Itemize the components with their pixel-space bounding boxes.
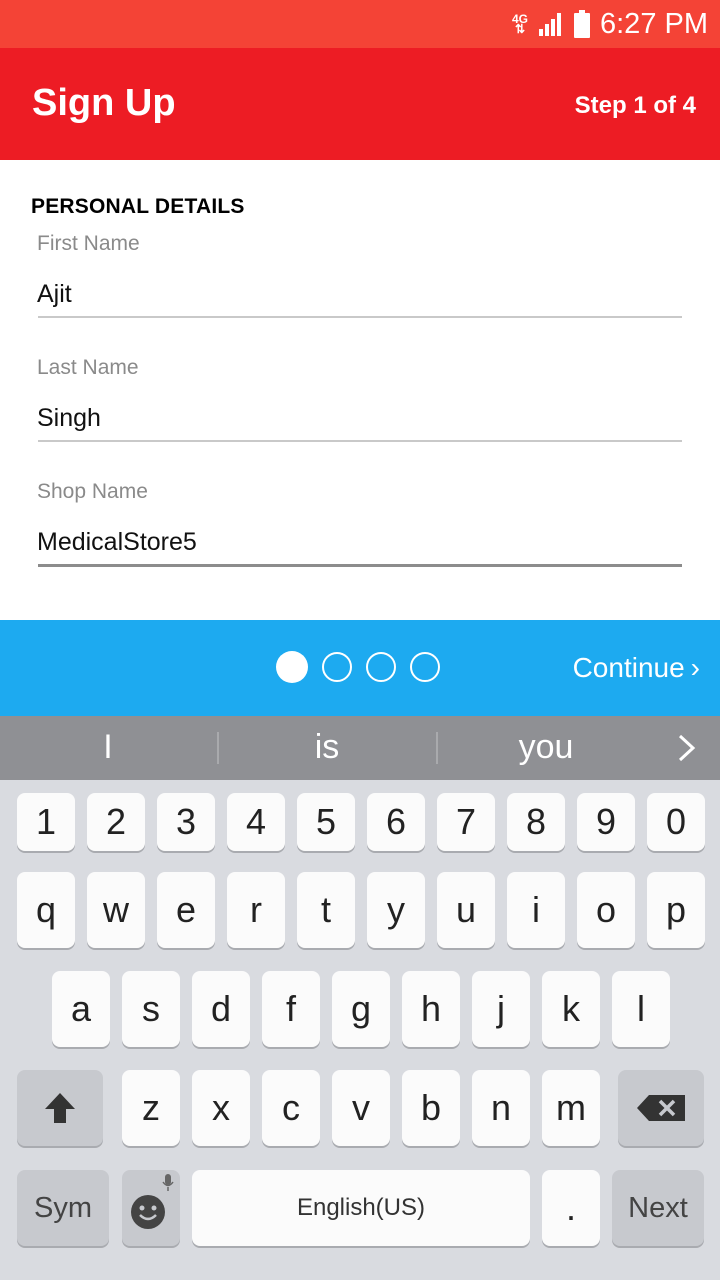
suggestion-2[interactable]: is [227,728,427,767]
continue-label: Continue [572,652,685,683]
key-1[interactable]: 1 [17,793,75,851]
suggestion-divider [217,732,219,764]
key-h[interactable]: h [402,971,460,1047]
space-bar[interactable]: English(US) [192,1170,530,1246]
key-o[interactable]: o [577,872,635,948]
battery-icon [574,10,590,38]
key-r[interactable]: r [227,872,285,948]
key-7[interactable]: 7 [437,793,495,851]
network-type-4g-icon: 4G ⇅ [511,12,528,36]
page-dot-1 [276,651,308,683]
section-title: PERSONAL DETAILS [31,195,245,218]
key-l[interactable]: l [612,971,670,1047]
first-name-underline [38,316,682,318]
suggestion-3[interactable]: you [446,728,646,767]
key-4[interactable]: 4 [227,793,285,851]
chevron-right-icon: › [690,652,700,683]
key-j[interactable]: j [472,971,530,1047]
page-dot-2 [322,652,352,682]
key-m[interactable]: m [542,1070,600,1146]
emoji-icon [131,1195,165,1229]
key-v[interactable]: v [332,1070,390,1146]
signal-strength-icon [539,13,561,36]
last-name-underline [38,440,682,442]
key-f[interactable]: f [262,971,320,1047]
suggestion-1[interactable]: I [8,728,208,767]
shop-name-field[interactable]: MedicalStore5 [37,528,197,557]
page-title: Sign Up [32,82,176,124]
key-n[interactable]: n [472,1070,530,1146]
key-0[interactable]: 0 [647,793,705,851]
shift-key[interactable] [17,1070,103,1146]
step-indicator: Step 1 of 4 [574,92,696,119]
shift-arrow-icon [45,1093,75,1123]
key-q[interactable]: q [17,872,75,948]
key-e[interactable]: e [157,872,215,948]
key-p[interactable]: p [647,872,705,948]
first-name-field[interactable]: Ajit [37,280,72,309]
app-bar: Sign Up Step 1 of 4 [0,48,720,160]
page-dot-4 [410,652,440,682]
key-k[interactable]: k [542,971,600,1047]
next-key[interactable]: Next [612,1170,704,1246]
continue-button[interactable]: Continue › [573,652,700,684]
key-d[interactable]: d [192,971,250,1047]
chevron-right-icon[interactable] [676,733,698,763]
shop-name-underline [38,564,682,567]
key-2[interactable]: 2 [87,793,145,851]
key-u[interactable]: u [437,872,495,948]
key-c[interactable]: c [262,1070,320,1146]
soft-keyboard: 1 2 3 4 5 6 7 8 9 0 q w e r t y u i o p … [0,780,720,1280]
last-name-field[interactable]: Singh [37,404,101,433]
key-z[interactable]: z [122,1070,180,1146]
key-y[interactable]: y [367,872,425,948]
key-3[interactable]: 3 [157,793,215,851]
shop-name-label: Shop Name [37,480,148,503]
key-6[interactable]: 6 [367,793,425,851]
status-bar: 4G ⇅ 6:27 PM [0,0,720,48]
key-x[interactable]: x [192,1070,250,1146]
key-w[interactable]: w [87,872,145,948]
key-8[interactable]: 8 [507,793,565,851]
backspace-key[interactable] [618,1070,704,1146]
status-time: 6:27 PM [600,7,708,40]
suggestion-divider [436,732,438,764]
first-name-label: First Name [37,232,140,255]
key-b[interactable]: b [402,1070,460,1146]
period-key[interactable]: . [542,1170,600,1246]
key-s[interactable]: s [122,971,180,1047]
emoji-voice-key[interactable] [122,1170,180,1246]
key-9[interactable]: 9 [577,793,635,851]
backspace-icon [637,1095,685,1121]
page-dots [276,651,440,683]
personal-details-form: PERSONAL DETAILS First Name Ajit Last Na… [0,160,720,620]
key-a[interactable]: a [52,971,110,1047]
last-name-label: Last Name [37,356,139,379]
microphone-icon [162,1174,174,1191]
page-dot-3 [366,652,396,682]
key-5[interactable]: 5 [297,793,355,851]
key-g[interactable]: g [332,971,390,1047]
step-pager: Continue › [0,620,720,716]
sym-key[interactable]: Sym [17,1170,109,1246]
suggestion-bar: I is you [0,716,720,780]
key-i[interactable]: i [507,872,565,948]
key-t[interactable]: t [297,872,355,948]
